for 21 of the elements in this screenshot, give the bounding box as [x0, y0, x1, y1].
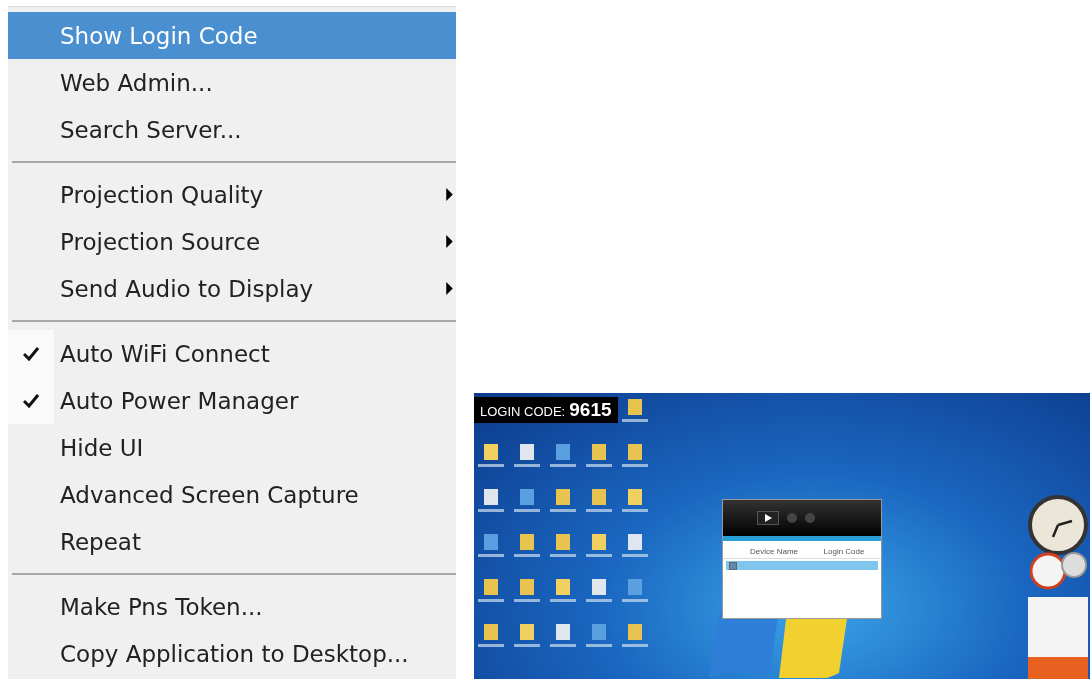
column-header: Login Code	[822, 547, 866, 556]
menu-item[interactable]: Projection Source	[8, 218, 456, 265]
menu-item[interactable]: Web Admin...	[8, 59, 456, 106]
menu-item[interactable]: Search Server...	[8, 106, 456, 153]
gauge-gadget-icon	[1030, 551, 1088, 591]
column-header: Device Name	[749, 547, 799, 556]
login-code-label: LOGIN CODE:	[480, 404, 566, 419]
play-button[interactable]	[757, 511, 779, 525]
menu-item[interactable]: Advanced Screen Capture	[8, 471, 456, 518]
menu-item[interactable]: Auto WiFi Connect	[8, 330, 456, 377]
login-code-value: 9615	[569, 399, 612, 421]
menu-item[interactable]: Auto Power Manager	[8, 377, 456, 424]
device-row[interactable]	[726, 561, 878, 570]
menu-item[interactable]: Make Pns Token...	[8, 583, 456, 630]
menu-item[interactable]: Send Audio to Display	[8, 265, 456, 312]
menu-item[interactable]: Copy Application to Desktop...	[8, 630, 456, 677]
menu-item[interactable]: Projection Quality	[8, 171, 456, 218]
menu-item[interactable]: Hide UI	[8, 424, 456, 471]
clock-gadget-icon	[1028, 495, 1088, 555]
menu-item[interactable]: Repeat	[8, 518, 456, 565]
checkbox[interactable]	[729, 561, 737, 570]
